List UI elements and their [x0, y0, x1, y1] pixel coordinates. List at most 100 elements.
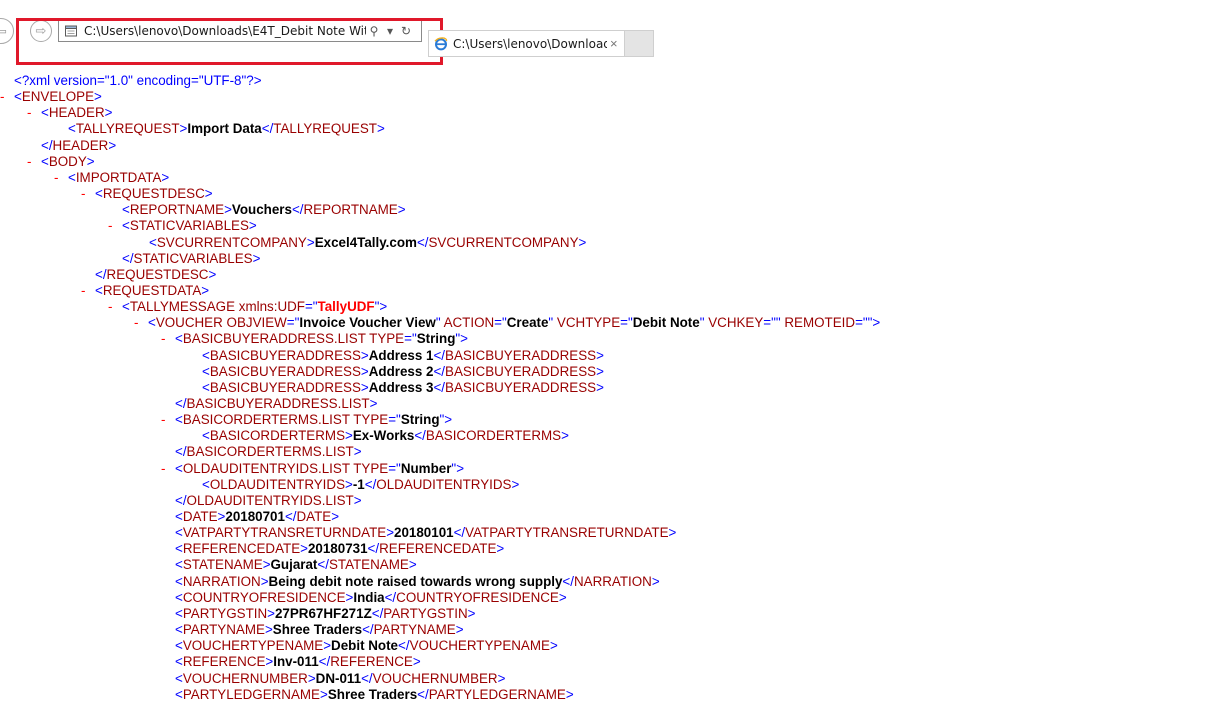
close-tag-name: DATE: [296, 509, 332, 524]
tag-bracket: <: [175, 461, 183, 476]
attribute-name: TYPE: [353, 412, 389, 427]
attribute-name: OBJVIEW: [226, 315, 287, 330]
xml-element-line: <OLDAUDITENTRYIDS.LIST TYPE="Number">: [175, 461, 464, 477]
tag-bracket: </: [364, 477, 377, 492]
xml-element-line: <BASICBUYERADDRESS>Address 1</BASICBUYER…: [202, 348, 604, 364]
collapse-toggle[interactable]: -: [134, 315, 138, 331]
tag-bracket: <: [175, 622, 183, 637]
tag-bracket: >: [511, 477, 520, 492]
tag-bracket: >: [872, 315, 881, 330]
open-tag-name: BASICORDERTERMS.LIST: [182, 412, 350, 427]
xml-element-line: </STATICVARIABLES>: [122, 251, 260, 267]
xml-element-line: <BASICBUYERADDRESS>Address 2</BASICBUYER…: [202, 364, 604, 380]
xml-element-line: <REFERENCEDATE>20180731</REFERENCEDATE>: [175, 541, 504, 557]
tag-bracket: >: [455, 622, 464, 637]
xml-element-line: </HEADER>: [41, 138, 116, 154]
collapse-toggle[interactable]: -: [81, 283, 85, 299]
tag-bracket: <: [175, 606, 183, 621]
element-value: Excel4Tally.com: [314, 235, 417, 250]
tag-bracket: >: [345, 428, 353, 443]
close-tag-name: BASICBUYERADDRESS: [445, 380, 597, 395]
xml-element-line: <STATENAME>Gujarat</STATENAME>: [175, 557, 417, 573]
tag-bracket: <: [175, 557, 183, 572]
attr-quote: ": [435, 315, 441, 330]
dropdown-arrow-icon[interactable]: ▾: [382, 22, 398, 40]
xml-element-line: </BASICORDERTERMS.LIST>: [175, 444, 362, 460]
collapse-toggle[interactable]: -: [54, 170, 58, 186]
xml-element-line: </REQUESTDESC>: [95, 267, 216, 283]
attribute-value: String: [416, 331, 456, 346]
tag-bracket: </: [416, 235, 429, 250]
close-tag-name: SVCURRENTCOMPANY: [428, 235, 579, 250]
open-tag-name: IMPORTDATA: [75, 170, 162, 185]
collapse-toggle[interactable]: -: [161, 331, 165, 347]
address-url[interactable]: C:\Users\lenovo\Downloads\E4T_Debit Note…: [84, 24, 366, 38]
browser-tab[interactable]: C:\Users\lenovo\Download... ×: [428, 30, 625, 57]
tag-bracket: >: [360, 380, 369, 395]
new-tab-button[interactable]: [625, 30, 654, 57]
xml-element-line: <IMPORTDATA>: [68, 170, 169, 186]
collapse-toggle[interactable]: -: [161, 461, 165, 477]
tag-bracket: >: [460, 331, 468, 346]
close-tab-icon[interactable]: ×: [610, 36, 618, 51]
tag-bracket: >: [561, 428, 569, 443]
close-tag-name: VOUCHERNUMBER: [372, 671, 498, 686]
xml-element-line: <BASICORDERTERMS>Ex-Works</BASICORDERTER…: [202, 428, 569, 444]
ie-icon: [434, 36, 448, 50]
tag-bracket: >: [496, 541, 505, 556]
attr-quote: =": [304, 299, 318, 314]
tag-bracket: <: [175, 412, 183, 427]
tag-bracket: <: [202, 364, 210, 379]
tag-bracket: </: [361, 671, 373, 686]
xml-element-line: <PARTYNAME>Shree Traders</PARTYNAME>: [175, 622, 464, 638]
xml-element-line: <SVCURRENTCOMPANY>Excel4Tally.com</SVCUR…: [149, 235, 586, 251]
collapse-toggle[interactable]: -: [108, 218, 112, 234]
search-icon[interactable]: ⚲: [366, 22, 382, 40]
attribute-value: TallyUDF: [317, 299, 375, 314]
tag-bracket: >: [596, 380, 604, 395]
forward-button[interactable]: ⇨: [30, 20, 52, 42]
collapse-toggle[interactable]: -: [161, 412, 165, 428]
tag-bracket: </: [384, 590, 397, 605]
tag-bracket: >: [369, 396, 378, 411]
element-value: -1: [352, 477, 365, 492]
tag-bracket: >: [360, 364, 369, 379]
collapse-toggle[interactable]: -: [27, 105, 31, 121]
xml-element-line: <VATPARTYTRANSRETURNDATE>20180101</VATPA…: [175, 525, 676, 541]
close-tag-name: STATENAME: [328, 557, 409, 572]
open-tag-name: BASICBUYERADDRESS.LIST: [182, 331, 366, 346]
open-tag-name: TALLYREQUEST: [75, 121, 180, 136]
tag-bracket: <: [122, 202, 130, 217]
collapse-toggle[interactable]: -: [108, 299, 112, 315]
tag-bracket: </: [433, 348, 446, 363]
collapse-toggle[interactable]: -: [0, 89, 4, 105]
element-value: Ex-Works: [352, 428, 415, 443]
back-button[interactable]: ⇦: [0, 18, 14, 44]
collapse-toggle[interactable]: -: [27, 154, 31, 170]
xml-element-line: <DATE>20180701</DATE>: [175, 509, 339, 525]
element-value: Import Data: [187, 121, 262, 136]
refresh-icon[interactable]: ↻: [398, 22, 414, 40]
tag-bracket: >: [224, 202, 232, 217]
close-tag-name: VATPARTYTRANSRETURNDATE: [465, 525, 669, 540]
open-tag-name: BODY: [48, 154, 87, 169]
tag-bracket: <: [175, 541, 183, 556]
open-tag-name: REFERENCEDATE: [182, 541, 301, 556]
tag-bracket: >: [565, 687, 574, 702]
tag-bracket: >: [264, 622, 273, 637]
tag-bracket: >: [412, 654, 421, 669]
xml-element-line: <REQUESTDATA>: [95, 283, 209, 299]
open-tag-name: HEADER: [48, 105, 105, 120]
address-bar[interactable]: C:\Users\lenovo\Downloads\E4T_Debit Note…: [58, 20, 422, 42]
tag-bracket: </: [433, 364, 446, 379]
xml-element-line: <STATICVARIABLES>: [122, 218, 257, 234]
collapse-toggle[interactable]: -: [81, 186, 85, 202]
tag-bracket: </: [175, 493, 187, 508]
xml-element-line: <TALLYREQUEST>Import Data</TALLYREQUEST>: [68, 121, 385, 137]
tag-bracket: <: [122, 218, 130, 233]
tag-bracket: <: [95, 186, 103, 201]
tag-bracket: >: [260, 574, 269, 589]
close-tag-name: OLDAUDITENTRYIDS: [376, 477, 512, 492]
element-value: Inv-011: [273, 654, 319, 669]
close-tag-name: REQUESTDESC: [106, 267, 209, 282]
